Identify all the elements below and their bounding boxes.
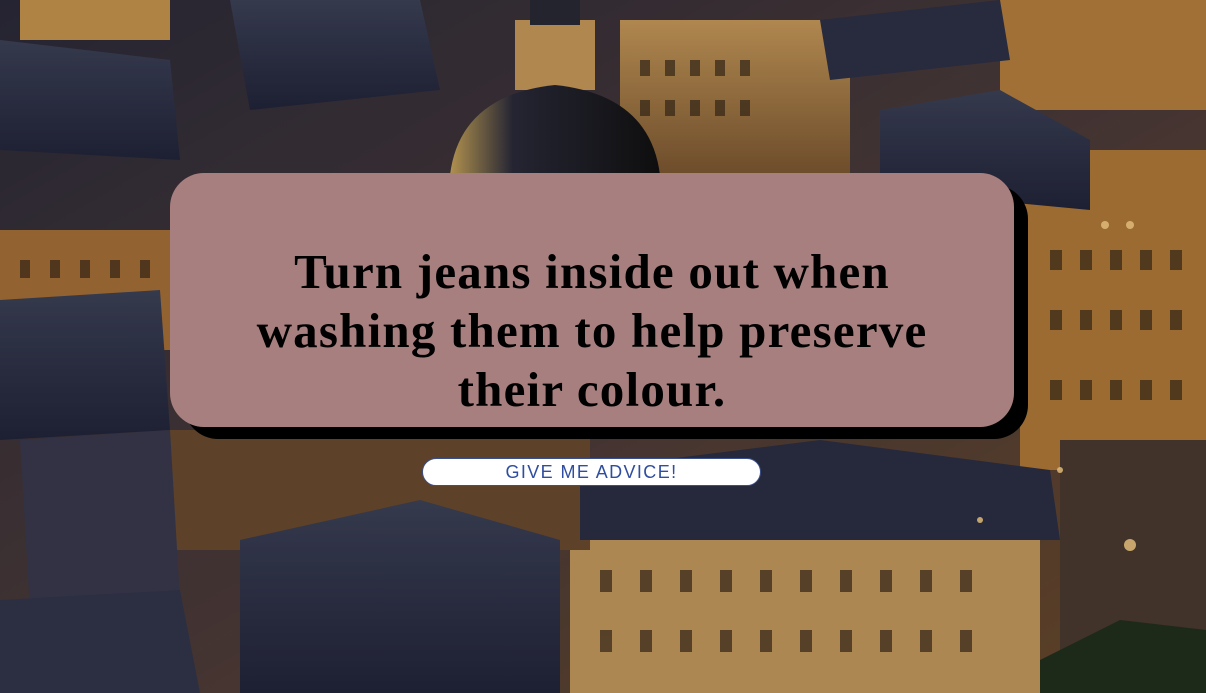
advice-text: Turn jeans inside out when washing them … — [256, 244, 928, 417]
give-me-advice-button[interactable]: GIVE ME ADVICE! — [422, 458, 761, 486]
advice-card: Turn jeans inside out when washing them … — [170, 173, 1014, 427]
